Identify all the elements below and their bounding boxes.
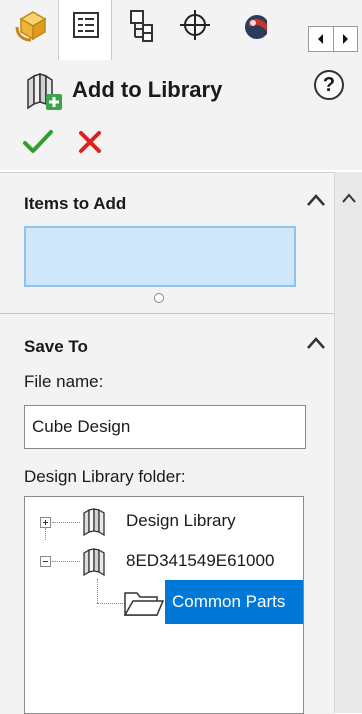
red-x-icon — [79, 131, 101, 153]
tree-connector — [97, 579, 98, 603]
design-library-folder-label: Design Library folder: — [24, 467, 186, 486]
file-name-label: File name: — [24, 372, 104, 391]
property-list-icon — [73, 12, 99, 38]
expand-icon[interactable] — [40, 517, 51, 528]
tree-connector — [45, 528, 46, 540]
tree-connector — [52, 522, 80, 523]
items-to-add-list[interactable] — [24, 226, 296, 287]
manager-tab-strip — [0, 0, 362, 60]
propertymanager-header: Add to Library ? — [0, 60, 362, 170]
property-panel: Items to Add Save To File name: Cube Des… — [0, 172, 334, 714]
green-checkmark-icon — [23, 130, 53, 153]
library-books-icon — [83, 548, 105, 577]
folder-icon — [123, 592, 165, 616]
add-to-library-icon — [27, 72, 62, 110]
file-name-field[interactable]: Cube Design — [24, 405, 306, 449]
tree-node-design-library[interactable]: Design Library — [126, 511, 236, 531]
cube-icon — [15, 11, 47, 42]
tab-scroll-left-button[interactable] — [309, 27, 334, 51]
panel-scrollbar[interactable] — [334, 172, 362, 713]
appearance-sphere-icon — [245, 15, 267, 39]
cancel-button[interactable] — [78, 130, 102, 154]
display-manager-tab[interactable] — [222, 0, 278, 52]
collapse-save-to-icon[interactable] — [306, 336, 326, 350]
design-library-tree[interactable]: Design Library 8ED341549E61000 Common Pa… — [24, 496, 304, 714]
tab-scroll-arrows — [308, 26, 358, 52]
tree-node-common-parts[interactable]: Common Parts — [165, 580, 303, 624]
collapse-items-to-add-icon[interactable] — [306, 193, 326, 207]
ok-button[interactable] — [22, 128, 54, 156]
configuration-tree-icon — [130, 10, 153, 42]
arrow-left-icon — [318, 34, 323, 44]
page-title: Add to Library — [72, 77, 223, 102]
crosshair-icon — [180, 10, 210, 40]
tree-connector — [52, 561, 80, 562]
section-divider — [0, 313, 334, 314]
propertymanager-tab[interactable] — [58, 0, 112, 60]
library-books-icon — [83, 508, 105, 537]
tab-scroll-right-button[interactable] — [333, 27, 357, 51]
dimxpert-tab[interactable] — [168, 0, 222, 52]
configurationmanager-tab[interactable] — [114, 0, 168, 52]
scroll-up-icon[interactable] — [341, 192, 357, 204]
featuremanager-tab[interactable] — [4, 0, 58, 52]
help-button[interactable]: ? — [314, 70, 344, 100]
tree-node-library-folder[interactable]: 8ED341549E61000 — [126, 551, 302, 571]
list-resize-handle[interactable] — [154, 293, 164, 303]
arrow-right-icon — [343, 34, 348, 44]
items-to-add-title: Items to Add — [24, 194, 127, 213]
collapse-icon[interactable] — [40, 556, 51, 567]
tree-connector — [97, 603, 123, 604]
save-to-title: Save To — [24, 337, 88, 356]
